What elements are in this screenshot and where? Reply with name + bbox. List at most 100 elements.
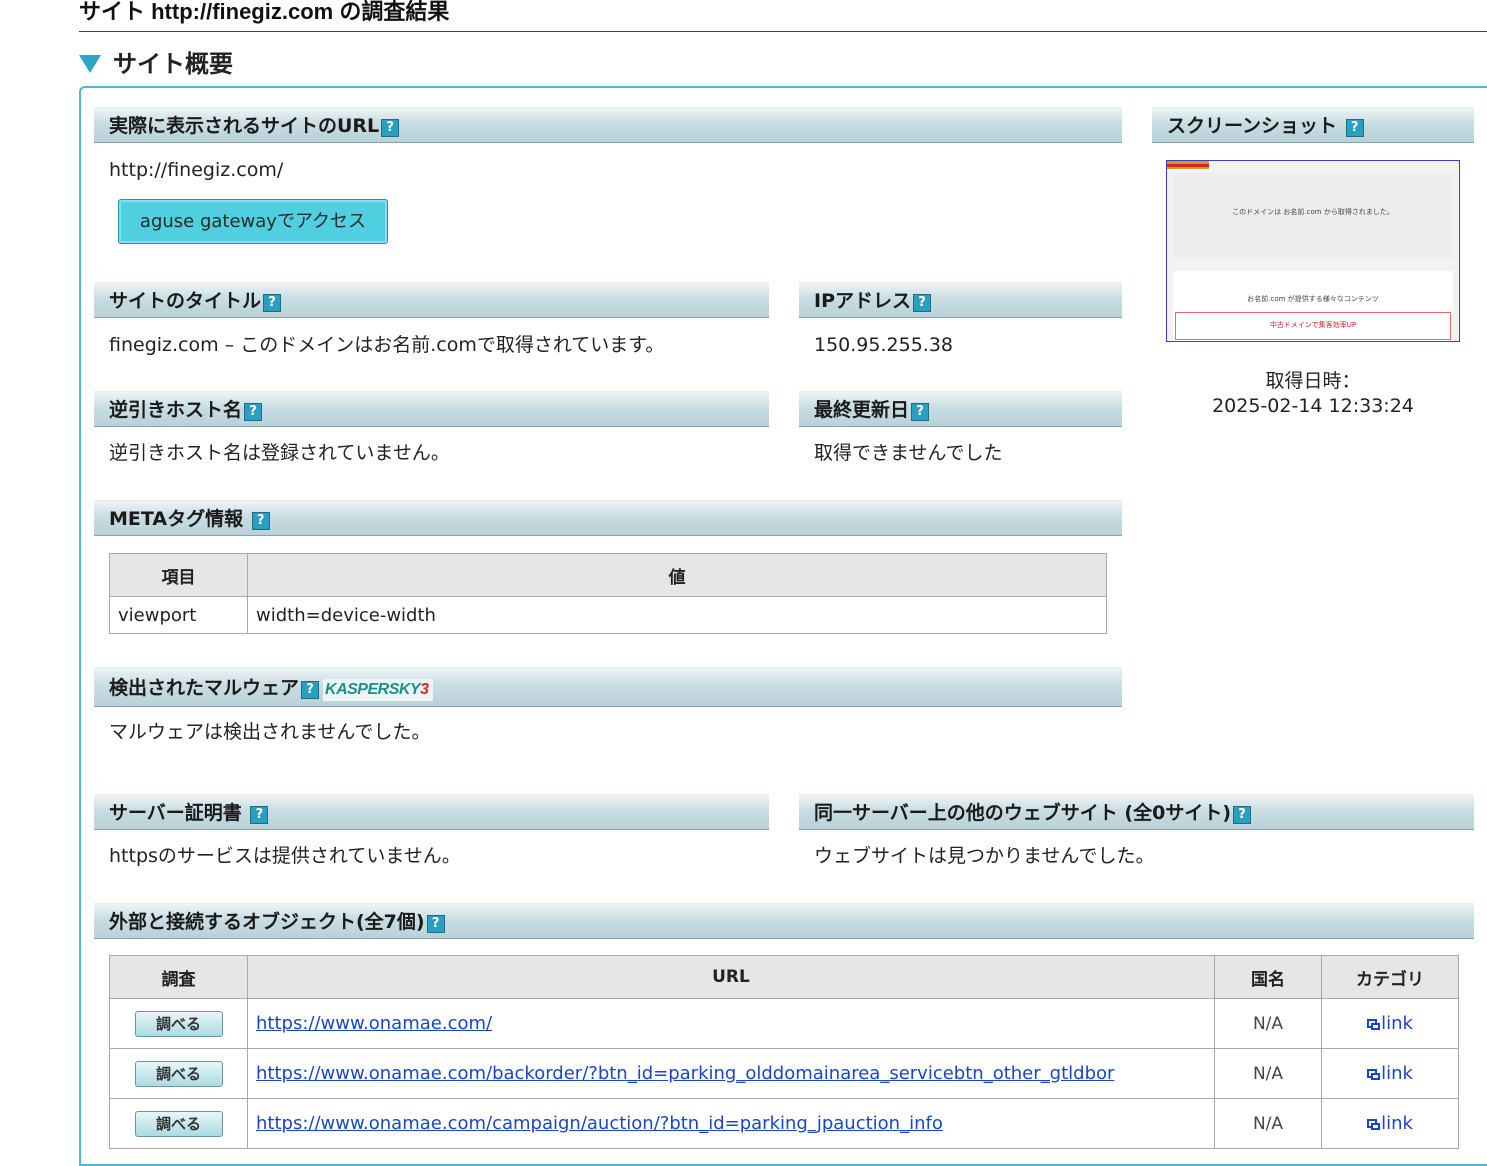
table-row: 調べる https://www.onamae.com/backorder/?bt…	[109, 1048, 1459, 1099]
section-title-label: サイト概要	[113, 50, 233, 78]
external-objects-header: 外部と接続するオブジェクト(全7個)?	[94, 903, 1474, 939]
country-cell: N/A	[1214, 1048, 1322, 1099]
check-cell: 調べる	[109, 1098, 248, 1149]
column-header-url: URL	[247, 955, 1215, 999]
external-window-icon	[1367, 1019, 1381, 1030]
country-cell: N/A	[1214, 1098, 1322, 1149]
category-link-label: link	[1381, 1113, 1413, 1134]
category-cell: link	[1321, 998, 1459, 1049]
site-title-value: finegiz.com – このドメインはお名前.comで取得されています。	[109, 334, 665, 356]
external-objects-heading: 外部と接続するオブジェクト(全7個)	[109, 911, 425, 933]
help-icon[interactable]: ?	[426, 915, 445, 933]
same-server-heading: 同一サーバー上の他のウェブサイト (全0サイト)	[814, 802, 1232, 824]
last-modified-header: 最終更新日?	[799, 391, 1122, 427]
kaspersky-logo-mark: 3	[420, 681, 429, 698]
external-objects-table: 調査 URL 国名 カテゴリ 調べる https://www.onamae.co…	[109, 955, 1459, 1149]
screenshot-main-text: このドメインは お名前.com から取得されました。	[1232, 208, 1394, 216]
column-header-country: 国名	[1214, 955, 1322, 999]
help-icon[interactable]: ?	[381, 119, 400, 137]
table-row: viewport width=device-width	[109, 596, 1107, 634]
help-icon[interactable]: ?	[913, 294, 931, 312]
table-header-row: 項目 値	[109, 553, 1107, 597]
help-icon[interactable]: ?	[244, 403, 263, 421]
column-header-category: カテゴリ	[1321, 955, 1459, 999]
table-row: 調べる https://www.onamae.com/campaign/auct…	[109, 1098, 1459, 1149]
help-icon[interactable]: ?	[251, 512, 270, 530]
country-cell: N/A	[1214, 998, 1322, 1049]
last-modified-value: 取得できませんでした	[814, 442, 1003, 464]
check-button[interactable]: 調べる	[134, 1110, 223, 1137]
screenshot-caption: 取得日時： 2025-02-14 12:33:24	[1160, 369, 1466, 419]
reverse-host-value: 逆引きホスト名は登録されていません。	[109, 442, 450, 464]
column-header-value: 値	[247, 553, 1107, 597]
category-link-label: link	[1381, 1013, 1413, 1034]
screenshot-date-value: 2025-02-14 12:33:24	[1212, 395, 1414, 417]
aguse-gateway-button[interactable]: aguse gatewayでアクセス	[118, 199, 388, 244]
help-icon[interactable]: ?	[1345, 119, 1364, 137]
table-header-row: 調査 URL 国名 カテゴリ	[109, 955, 1459, 999]
ip-address-header: IPアドレス?	[799, 282, 1122, 318]
category-link-label: link	[1381, 1063, 1413, 1084]
reverse-host-header: 逆引きホスト名?	[94, 391, 769, 427]
country-value: N/A	[1252, 1014, 1284, 1034]
malware-value: マルウェアは検出されませんでした。	[109, 721, 431, 743]
same-server-value: ウェブサイトは見つかりませんでした。	[814, 845, 1155, 867]
screenshot-date-label: 取得日時：	[1265, 370, 1361, 392]
meta-name-cell: viewport	[109, 596, 248, 634]
help-icon[interactable]: ?	[911, 403, 930, 421]
screenshot-red-text: 中古ドメインで集客効率UP	[1269, 321, 1357, 329]
meta-tags-table: 項目 値 viewport width=device-width	[109, 553, 1107, 634]
collapse-triangle-icon[interactable]	[79, 55, 101, 73]
section-title[interactable]: サイト概要	[79, 48, 233, 80]
url-cell: https://www.onamae.com/	[247, 998, 1215, 1049]
external-window-icon	[1367, 1069, 1381, 1080]
actual-url-value: http://finegiz.com/	[109, 159, 284, 181]
certificate-value: httpsのサービスは提供されていません。	[109, 845, 461, 867]
url-section-title: 実際に表示されるサイトのURL	[109, 115, 380, 137]
check-button[interactable]: 調べる	[134, 1060, 223, 1087]
category-link[interactable]: link	[1367, 1113, 1413, 1134]
certificate-header: サーバー証明書 ?	[94, 794, 769, 830]
object-url-link[interactable]: https://www.onamae.com/campaign/auction/…	[256, 1113, 943, 1134]
category-cell: link	[1321, 1098, 1459, 1149]
same-server-header: 同一サーバー上の他のウェブサイト (全0サイト)?	[799, 794, 1474, 830]
screenshot-header: スクリーンショット ?	[1152, 107, 1474, 143]
table-row: 調べる https://www.onamae.com/ N/A link	[109, 998, 1459, 1049]
malware-heading: 検出されたマルウェア	[109, 677, 300, 699]
check-cell: 調べる	[109, 998, 248, 1049]
screenshot-sub-text: お名前.com が提供する様々なコンテンツ	[1247, 295, 1379, 303]
certificate-heading: サーバー証明書	[109, 802, 242, 824]
category-link[interactable]: link	[1367, 1013, 1413, 1034]
category-cell: link	[1321, 1048, 1459, 1099]
check-cell: 調べる	[109, 1048, 248, 1099]
site-screenshot-image[interactable]: このドメインは お名前.com から取得されました。 お名前.com が提供する…	[1166, 160, 1460, 342]
url-cell: https://www.onamae.com/campaign/auction/…	[247, 1098, 1215, 1149]
help-icon[interactable]: ?	[263, 294, 282, 312]
column-header-check: 調査	[109, 955, 248, 999]
last-modified-heading: 最終更新日	[814, 399, 910, 421]
meta-tags-header: METAタグ情報 ?	[94, 500, 1122, 536]
ip-address-value: 150.95.255.38	[814, 334, 954, 356]
country-value: N/A	[1252, 1114, 1284, 1134]
external-window-icon	[1367, 1119, 1381, 1130]
kaspersky-logo[interactable]: KASPERSKY3	[323, 679, 433, 701]
column-header-item: 項目	[109, 553, 248, 597]
site-title-heading: サイトのタイトル	[109, 290, 262, 312]
category-link[interactable]: link	[1367, 1063, 1413, 1084]
help-icon[interactable]: ?	[1233, 806, 1252, 824]
object-url-link[interactable]: https://www.onamae.com/	[256, 1013, 492, 1034]
site-title-header: サイトのタイトル?	[94, 282, 769, 318]
check-button[interactable]: 調べる	[134, 1010, 223, 1037]
ip-address-heading: IPアドレス	[814, 290, 911, 312]
country-value: N/A	[1252, 1064, 1284, 1084]
help-icon[interactable]: ?	[250, 806, 269, 824]
help-icon[interactable]: ?	[301, 681, 320, 699]
object-url-link[interactable]: https://www.onamae.com/backorder/?btn_id…	[256, 1063, 1114, 1084]
screenshot-title: スクリーンショット	[1167, 115, 1338, 137]
screenshot-logo-stripe	[1167, 164, 1209, 167]
reverse-host-heading: 逆引きホスト名	[109, 399, 243, 421]
url-section-header: 実際に表示されるサイトのURL?	[94, 107, 1122, 143]
kaspersky-logo-text: KASPERSKY	[325, 681, 421, 698]
url-cell: https://www.onamae.com/backorder/?btn_id…	[247, 1048, 1215, 1099]
malware-header: 検出されたマルウェア? KASPERSKY3	[94, 667, 1122, 707]
